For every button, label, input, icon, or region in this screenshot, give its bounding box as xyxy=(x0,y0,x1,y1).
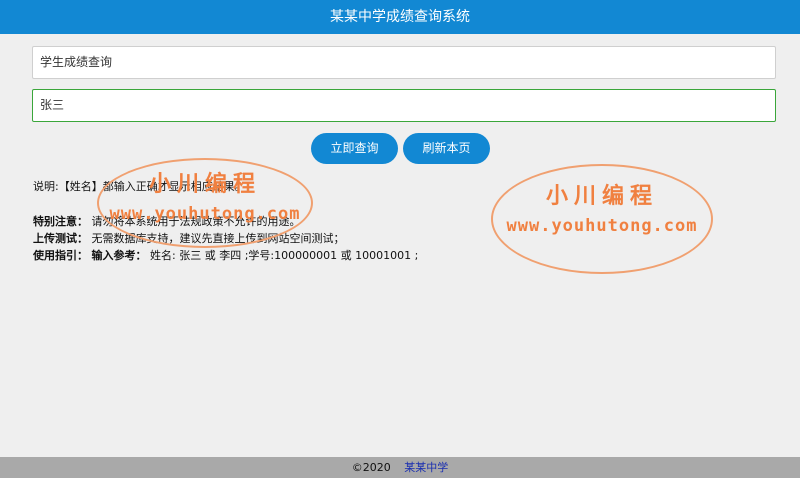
upload-test-label: 上传测试： xyxy=(33,232,88,245)
footer: ©2020 某某中学 xyxy=(0,457,800,478)
watermark-stamp-left: 小川编程 www.youhutong.com xyxy=(97,158,313,248)
watermark-cn-text: 小川编程 xyxy=(545,184,658,209)
footer-copyright: ©2020 xyxy=(351,461,391,474)
app-header: 某某中学成绩查询系统 xyxy=(0,0,800,34)
query-button[interactable]: 立即查询 xyxy=(311,133,398,164)
watermark-cn-text: 小川编程 xyxy=(148,172,261,197)
query-type-field[interactable] xyxy=(32,46,776,79)
watermark-url-text: www.youhutong.com xyxy=(109,204,301,224)
notice-label: 特别注意： xyxy=(33,215,88,228)
input-reference-text: 姓名: 张三 或 李四 ;学号:100000001 或 10001001 ; xyxy=(150,249,419,262)
usage-guide-line: 使用指引： 输入参考： 姓名: 张三 或 李四 ;学号:100000001 或 … xyxy=(33,247,418,263)
app-title: 某某中学成绩查询系统 xyxy=(330,9,470,25)
name-field[interactable] xyxy=(32,89,776,122)
watermark-url-text: www.youhutong.com xyxy=(506,216,698,236)
refresh-button[interactable]: 刷新本页 xyxy=(403,133,490,164)
usage-guide-label: 使用指引： xyxy=(33,249,88,262)
input-reference-label: 输入参考： xyxy=(91,249,147,262)
footer-school-link[interactable]: 某某中学 xyxy=(404,461,448,474)
watermark-stamp-right: 小川编程 www.youhutong.com xyxy=(491,164,713,274)
